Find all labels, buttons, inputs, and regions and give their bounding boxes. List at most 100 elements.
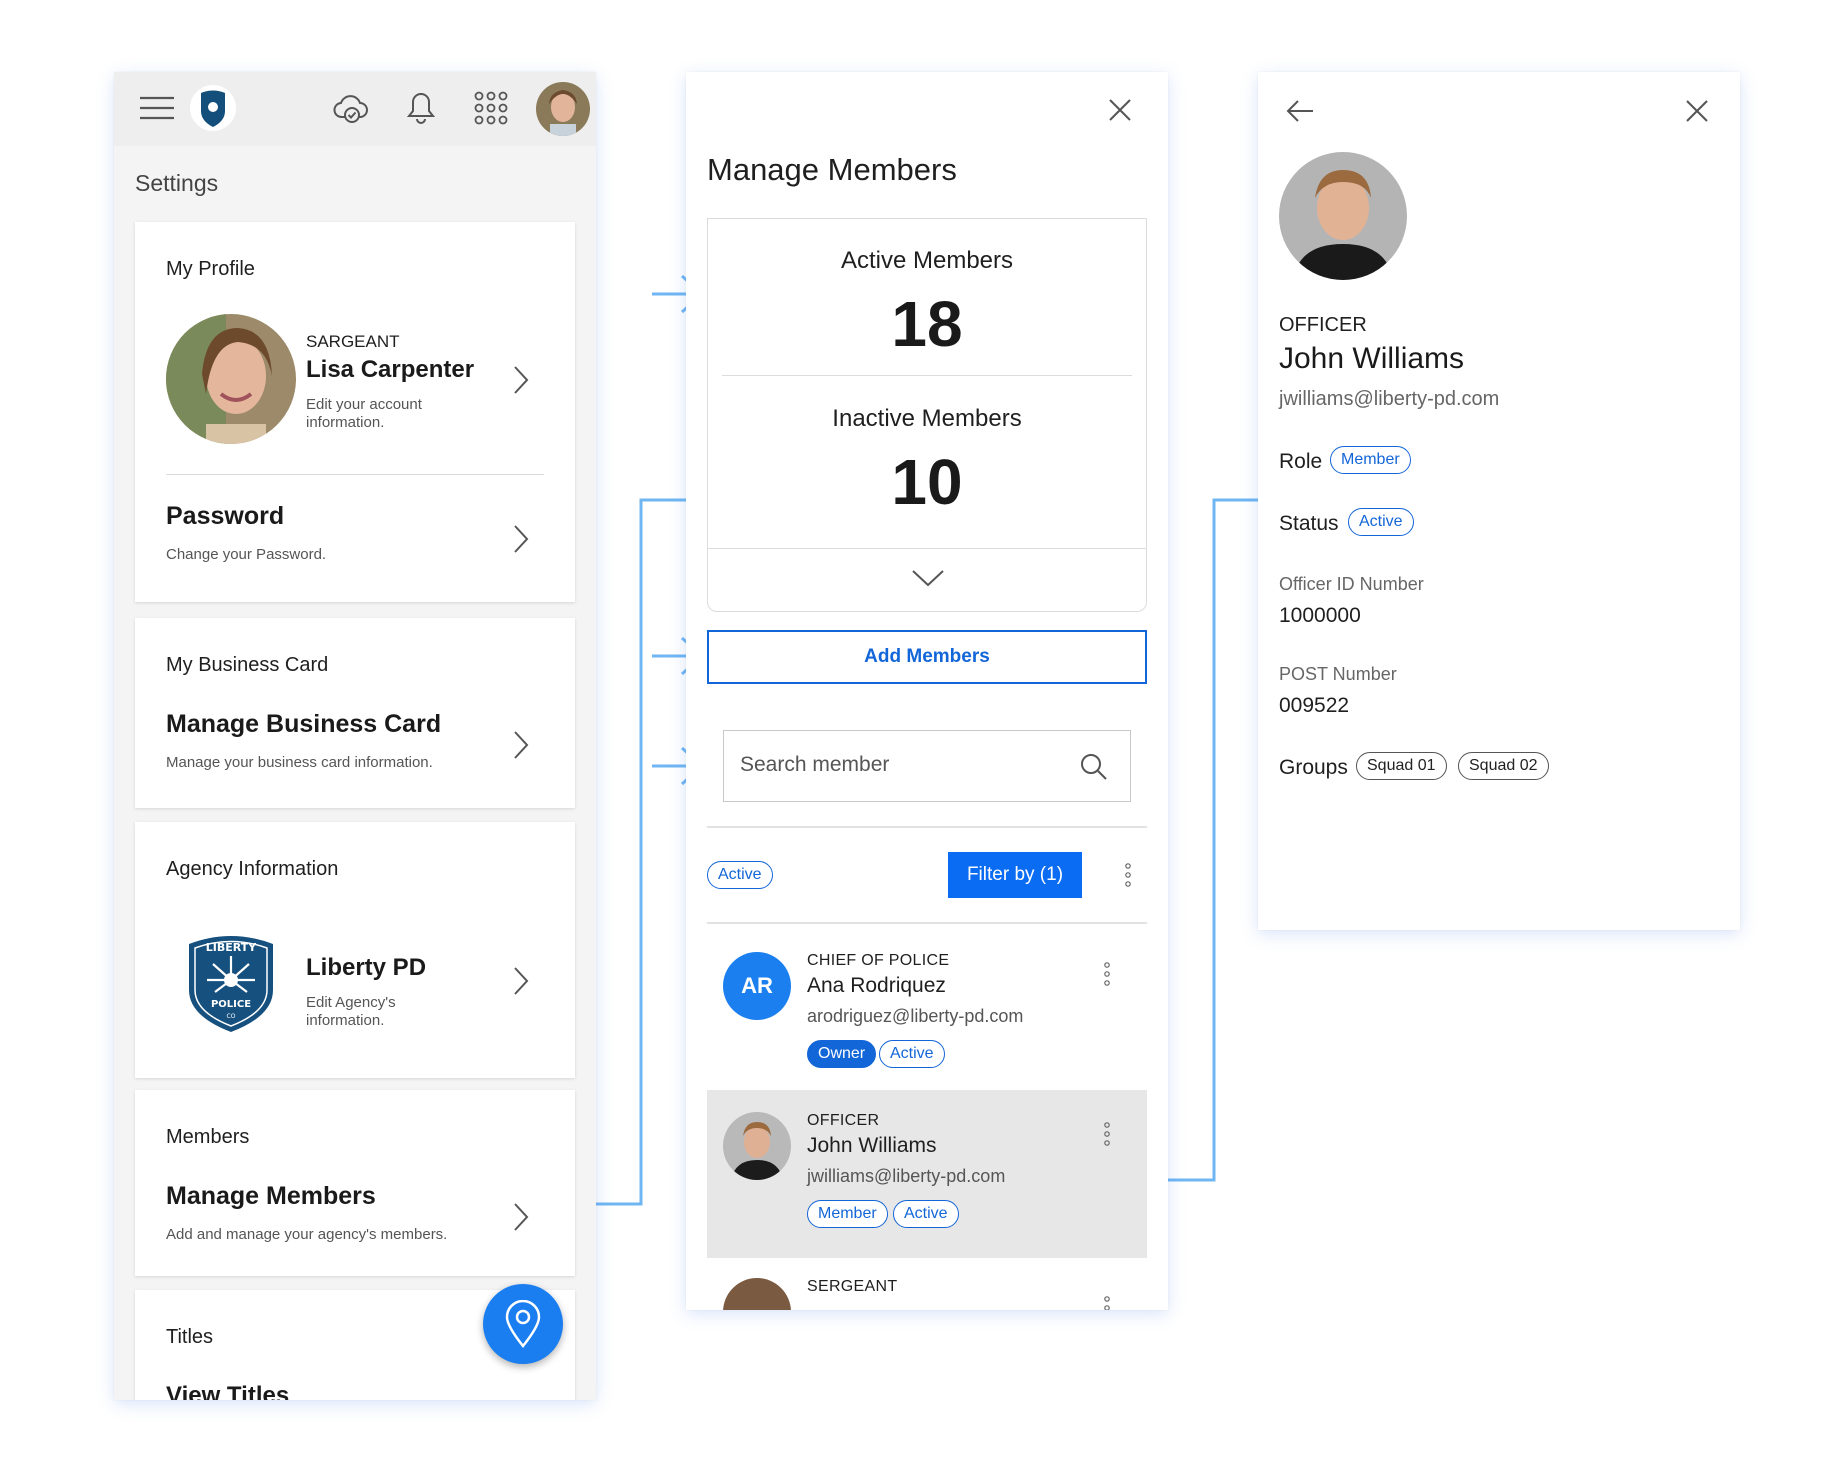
chevron-right-icon[interactable] xyxy=(513,966,529,996)
stats-divider xyxy=(722,375,1132,376)
member-role: CHIEF OF POLICE xyxy=(807,952,950,969)
agency-logo xyxy=(188,82,238,134)
cloud-sync-icon[interactable] xyxy=(326,82,376,134)
apps-grid-icon[interactable] xyxy=(466,82,516,134)
agency-name: Liberty PD xyxy=(306,954,427,981)
officer-id-value: 1000000 xyxy=(1279,604,1361,627)
badge-bottom-text: POLICE xyxy=(211,999,251,1010)
agency-card[interactable]: Agency Information LIBERTY POLICE CO Lib… xyxy=(135,822,575,1078)
add-members-button[interactable]: Add Members xyxy=(707,630,1147,684)
post-number-value: 009522 xyxy=(1279,694,1350,717)
members-section-title: Members xyxy=(166,1126,250,1148)
my-profile-section-title: My Profile xyxy=(166,258,255,280)
chevron-right-icon[interactable] xyxy=(513,365,529,395)
profile-description: Edit your account information. xyxy=(306,396,422,431)
role-badge: Member xyxy=(1330,446,1411,474)
groups-label: Groups xyxy=(1279,756,1348,779)
business-card-card[interactable]: My Business Card Manage Business Card Ma… xyxy=(135,618,575,808)
back-arrow-icon[interactable] xyxy=(1286,100,1314,122)
active-members-count: 18 xyxy=(891,288,963,360)
chevron-right-icon[interactable] xyxy=(513,1202,529,1232)
member-stats-box: Active Members 18 Inactive Members 10 xyxy=(707,218,1147,612)
notification-bell-icon[interactable] xyxy=(396,82,446,134)
agency-description: Edit Agency's information. xyxy=(306,994,396,1029)
page-title: Settings xyxy=(135,170,219,196)
member-initials-avatar: AR xyxy=(723,952,791,1020)
password-title[interactable]: Password xyxy=(166,502,284,531)
more-options-icon[interactable] xyxy=(1124,863,1132,887)
more-options-icon[interactable] xyxy=(1103,1122,1111,1146)
members-card[interactable]: Members Manage Members Add and manage yo… xyxy=(135,1090,575,1276)
group-chip: Squad 01 xyxy=(1356,752,1447,780)
divider xyxy=(707,826,1147,828)
user-avatar[interactable] xyxy=(536,82,590,136)
stats-divider xyxy=(708,548,1146,549)
officer-id-label: Officer ID Number xyxy=(1279,574,1424,594)
member-email: arodriguez@liberty-pd.com xyxy=(807,1006,1024,1026)
close-icon[interactable] xyxy=(1108,98,1132,122)
menu-icon[interactable] xyxy=(132,82,182,134)
member-email: jwilliams@liberty-pd.com xyxy=(1279,388,1500,410)
list-item-selected[interactable]: OFFICER John Williams jwilliams@liberty-… xyxy=(707,1090,1147,1258)
active-members-label: Active Members xyxy=(840,247,1014,274)
settings-panel: Settings My Profile SARGEANT Lisa Carpen… xyxy=(114,72,596,1400)
status-badge: Active xyxy=(879,1040,945,1068)
group-chip: Squad 02 xyxy=(1458,752,1549,780)
titles-section-title: Titles xyxy=(166,1326,214,1348)
close-icon[interactable] xyxy=(1686,100,1708,122)
list-item[interactable]: SERGEANT xyxy=(707,1270,1147,1310)
inactive-members-count: 10 xyxy=(891,446,963,518)
profile-name: Lisa Carpenter xyxy=(306,356,475,383)
list-item[interactable]: AR CHIEF OF POLICE Ana Rodriquez arodrig… xyxy=(707,930,1147,1086)
profile-rank: SARGEANT xyxy=(306,332,400,351)
my-profile-card: My Profile SARGEANT Lisa Carpenter Edit … xyxy=(135,222,575,602)
active-filter-chip[interactable]: Active xyxy=(707,861,773,889)
business-card-title[interactable]: Manage Business Card xyxy=(166,710,441,739)
member-rank: OFFICER xyxy=(1279,314,1367,336)
member-name: John Williams xyxy=(1279,342,1465,375)
manage-members-link[interactable]: Manage Members xyxy=(166,1182,376,1211)
business-card-description: Manage your business card information. xyxy=(166,754,433,771)
search-icon[interactable] xyxy=(1080,753,1108,781)
status-badge: Active xyxy=(893,1200,959,1228)
business-card-section-title: My Business Card xyxy=(166,654,329,676)
agency-section-title: Agency Information xyxy=(166,858,339,880)
member-role: OFFICER xyxy=(807,1112,880,1129)
members-description: Add and manage your agency's members. xyxy=(166,1226,448,1243)
inactive-members-label: Inactive Members xyxy=(832,405,1022,432)
divider xyxy=(707,922,1147,924)
location-pin-icon xyxy=(505,1300,541,1348)
location-fab[interactable] xyxy=(483,1284,563,1364)
agency-badge-logo: LIBERTY POLICE CO xyxy=(185,930,277,1034)
chevron-right-icon[interactable] xyxy=(513,524,529,554)
badge-co-text: CO xyxy=(227,1013,236,1020)
member-detail-panel: OFFICER John Williams jwilliams@liberty-… xyxy=(1258,72,1740,930)
panel-title: Manage Members xyxy=(707,152,957,187)
member-photo-large xyxy=(1279,152,1407,280)
search-placeholder: Search member xyxy=(740,753,890,776)
password-description: Change your Password. xyxy=(166,546,327,563)
profile-photo xyxy=(166,314,296,444)
role-label: Role xyxy=(1279,450,1323,473)
badge-top-text: LIBERTY xyxy=(206,941,257,954)
view-titles-link[interactable]: View Titles xyxy=(166,1382,289,1400)
chevron-down-icon[interactable] xyxy=(911,569,945,587)
top-app-bar xyxy=(114,72,596,146)
member-photo xyxy=(723,1112,791,1180)
member-name: John Williams xyxy=(807,1134,937,1157)
more-options-icon[interactable] xyxy=(1103,962,1111,986)
member-role: SERGEANT xyxy=(807,1278,898,1295)
member-email: jwilliams@liberty-pd.com xyxy=(807,1166,1006,1186)
filter-by-button[interactable]: Filter by (1) xyxy=(948,852,1082,898)
post-number-label: POST Number xyxy=(1279,664,1397,684)
manage-members-panel: Manage Members Active Members 18 Inactiv… xyxy=(686,72,1168,1310)
role-badge: Member xyxy=(807,1200,888,1228)
card-divider xyxy=(166,474,544,475)
search-input[interactable]: Search member xyxy=(723,730,1131,802)
owner-badge: Owner xyxy=(807,1040,877,1068)
member-photo xyxy=(723,1278,791,1310)
chevron-right-icon[interactable] xyxy=(513,730,529,760)
member-name: Ana Rodriquez xyxy=(807,974,946,997)
status-badge: Active xyxy=(1348,508,1414,536)
more-options-icon[interactable] xyxy=(1103,1296,1111,1310)
